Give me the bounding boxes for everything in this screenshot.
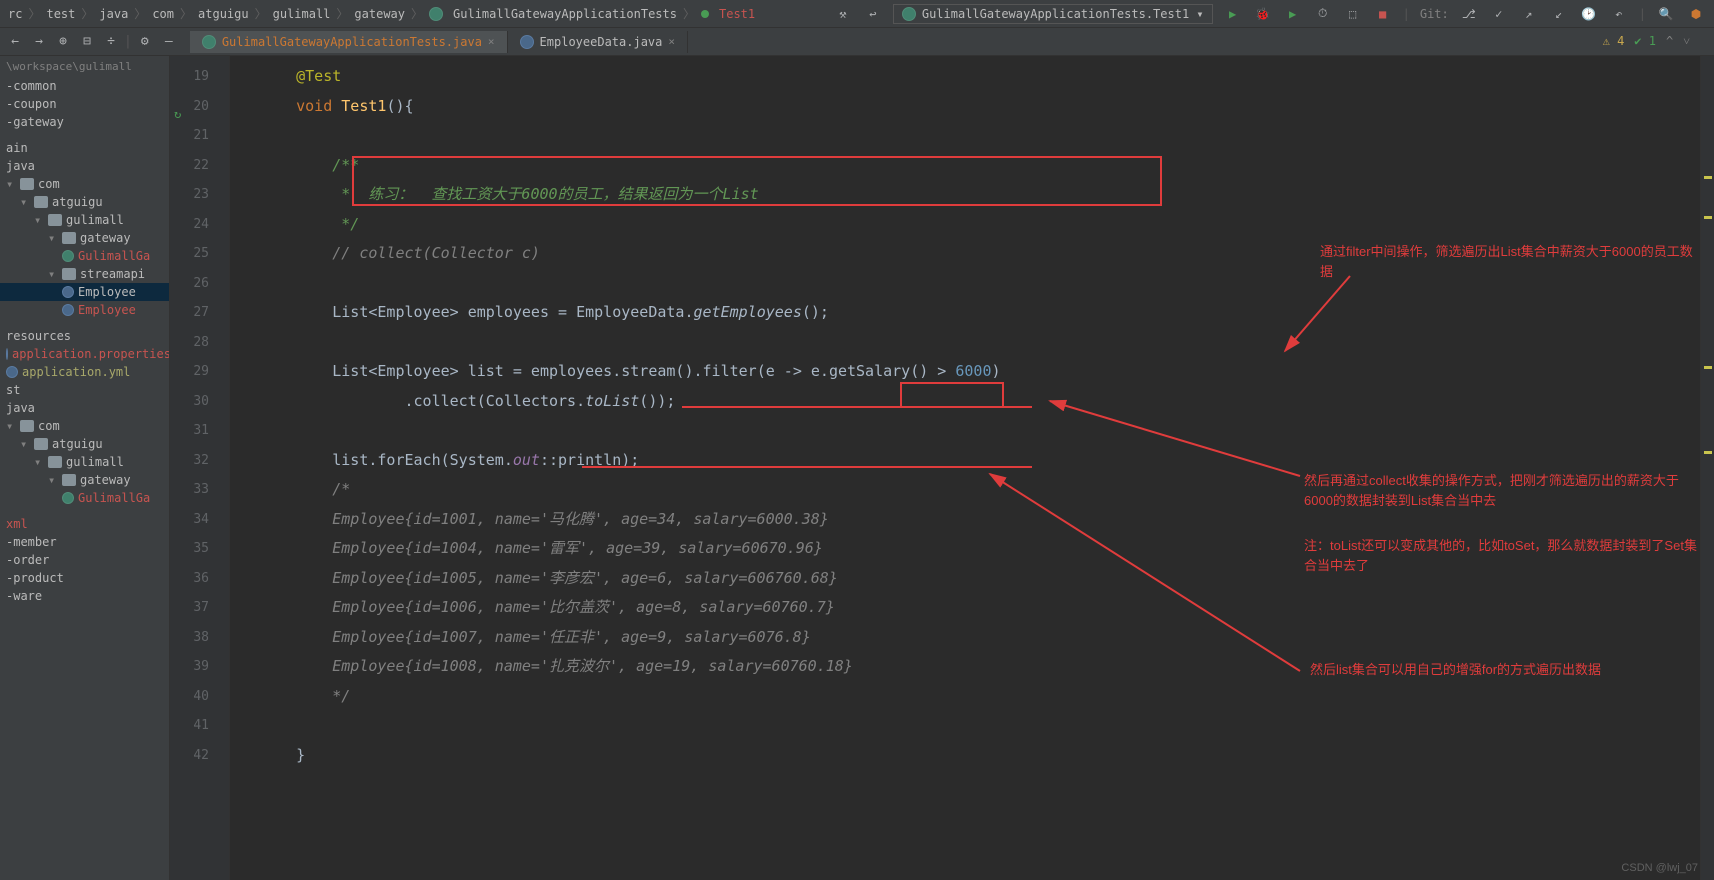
code-editor[interactable]: 1920↻21222324252627282930313233343536373…	[170, 56, 1714, 880]
annotation-text-4: 然后list集合可以用自己的增强for的方式遍历出数据	[1310, 660, 1601, 680]
git-pull-icon[interactable]: ↙	[1549, 4, 1569, 24]
annotation-text-3: 注：toList还可以变成其他的，比如toSet，那么就数据封装到了Set集合当…	[1304, 536, 1700, 575]
tree-item[interactable]: ▾com	[0, 417, 169, 435]
tree-item[interactable]: ▾gulimall	[0, 211, 169, 229]
tree-item[interactable]: -coupon	[0, 95, 169, 113]
editor-tabs: GulimallGatewayApplicationTests.java×Emp…	[190, 31, 688, 53]
tab-GulimallGatewayApplicationTests.java[interactable]: GulimallGatewayApplicationTests.java×	[190, 31, 508, 53]
tree-item[interactable]: GulimallGa	[0, 489, 169, 507]
git-history-icon[interactable]: 🕑	[1579, 4, 1599, 24]
tree-item[interactable]: ain	[0, 139, 169, 157]
tree-item[interactable]: ▾streamapi	[0, 265, 169, 283]
tree-item[interactable]: -product	[0, 569, 169, 587]
tree-item[interactable]: resources	[0, 327, 169, 345]
hammer-icon[interactable]: ⚒	[833, 4, 853, 24]
tree-item[interactable]: xml	[0, 515, 169, 533]
stop-icon[interactable]: ■	[1373, 4, 1393, 24]
run-config-selector[interactable]: GulimallGatewayApplicationTests.Test1 ▾	[893, 4, 1213, 24]
ide-settings-icon[interactable]: ⬢	[1686, 4, 1706, 24]
git-label: Git:	[1420, 7, 1449, 21]
run-icon[interactable]: ▶	[1223, 4, 1243, 24]
tree-item[interactable]: java	[0, 399, 169, 417]
nav-back-icon[interactable]: ↩	[863, 4, 883, 24]
tree-item[interactable]: ▾gulimall	[0, 453, 169, 471]
tree-item[interactable]: ▾atguigu	[0, 435, 169, 453]
expand-icon[interactable]: ÷	[100, 32, 122, 52]
nav-right-icon[interactable]: →	[28, 32, 50, 52]
breadcrumb-bar: rc〉test〉java〉com〉atguigu〉gulimall〉gatewa…	[0, 0, 1714, 28]
hide-icon[interactable]: —	[158, 32, 180, 52]
toolbar: ← → ⊕ ⊟ ÷ | ⚙ — GulimallGatewayApplicati…	[0, 28, 1714, 56]
tree-item[interactable]: -common	[0, 77, 169, 95]
line-gutter[interactable]: 1920↻21222324252627282930313233343536373…	[170, 56, 230, 880]
inspection-status[interactable]: ⚠ 4 ✔ 1 ^ ˅	[1603, 34, 1690, 49]
coverage-icon[interactable]: ▶	[1283, 4, 1303, 24]
profile-icon[interactable]: ⏱	[1313, 4, 1333, 24]
git-push-icon[interactable]: ↗	[1519, 4, 1539, 24]
tree-item[interactable]: application.yml	[0, 363, 169, 381]
tree-item[interactable]: java	[0, 157, 169, 175]
project-path: \workspace\gulimall	[0, 56, 169, 77]
annotation-text-2: 然后再通过collect收集的操作方式，把刚才筛选遍历出的薪资大于6000的数据…	[1304, 471, 1700, 510]
git-commit-icon[interactable]: ✓	[1489, 4, 1509, 24]
attach-icon[interactable]: ⬚	[1343, 4, 1363, 24]
tree-item[interactable]: st	[0, 381, 169, 399]
git-revert-icon[interactable]: ↶	[1609, 4, 1629, 24]
code-area[interactable]: @Test void Test1(){ /** * 练习： 查找工资大于6000…	[230, 56, 1700, 880]
tree-item[interactable]: ▾com	[0, 175, 169, 193]
tree-item[interactable]: Employee	[0, 283, 169, 301]
git-branch-icon[interactable]: ⎇	[1459, 4, 1479, 24]
tree-item[interactable]: ▾gateway	[0, 229, 169, 247]
breadcrumb[interactable]: rc〉test〉java〉com〉atguigu〉gulimall〉gatewa…	[8, 5, 755, 22]
tree-item[interactable]: application.properties	[0, 345, 169, 363]
tab-EmployeeData.java[interactable]: EmployeeData.java×	[508, 31, 688, 53]
tree-item[interactable]: -gateway	[0, 113, 169, 131]
tree-item[interactable]: ▾gateway	[0, 471, 169, 489]
nav-left-icon[interactable]: ←	[4, 32, 26, 52]
tree-item[interactable]: ▾atguigu	[0, 193, 169, 211]
search-icon[interactable]: 🔍	[1656, 4, 1676, 24]
debug-icon[interactable]: 🐞	[1253, 4, 1273, 24]
collapse-icon[interactable]: ⊟	[76, 32, 98, 52]
tree-item[interactable]: GulimallGa	[0, 247, 169, 265]
select-target-icon[interactable]: ⊕	[52, 32, 74, 52]
project-tree[interactable]: \workspace\gulimall -common-coupon-gatew…	[0, 56, 170, 880]
gear-icon[interactable]: ⚙	[134, 32, 156, 52]
tree-item[interactable]: -order	[0, 551, 169, 569]
tree-item[interactable]: -member	[0, 533, 169, 551]
watermark: CSDN @lwj_07	[1621, 862, 1698, 874]
tree-item[interactable]: -ware	[0, 587, 169, 605]
marker-strip[interactable]	[1700, 56, 1714, 880]
tree-item[interactable]: Employee	[0, 301, 169, 319]
annotation-text-1: 通过filter中间操作，筛选遍历出List集合中薪资大于6000的员工数据	[1320, 242, 1700, 281]
